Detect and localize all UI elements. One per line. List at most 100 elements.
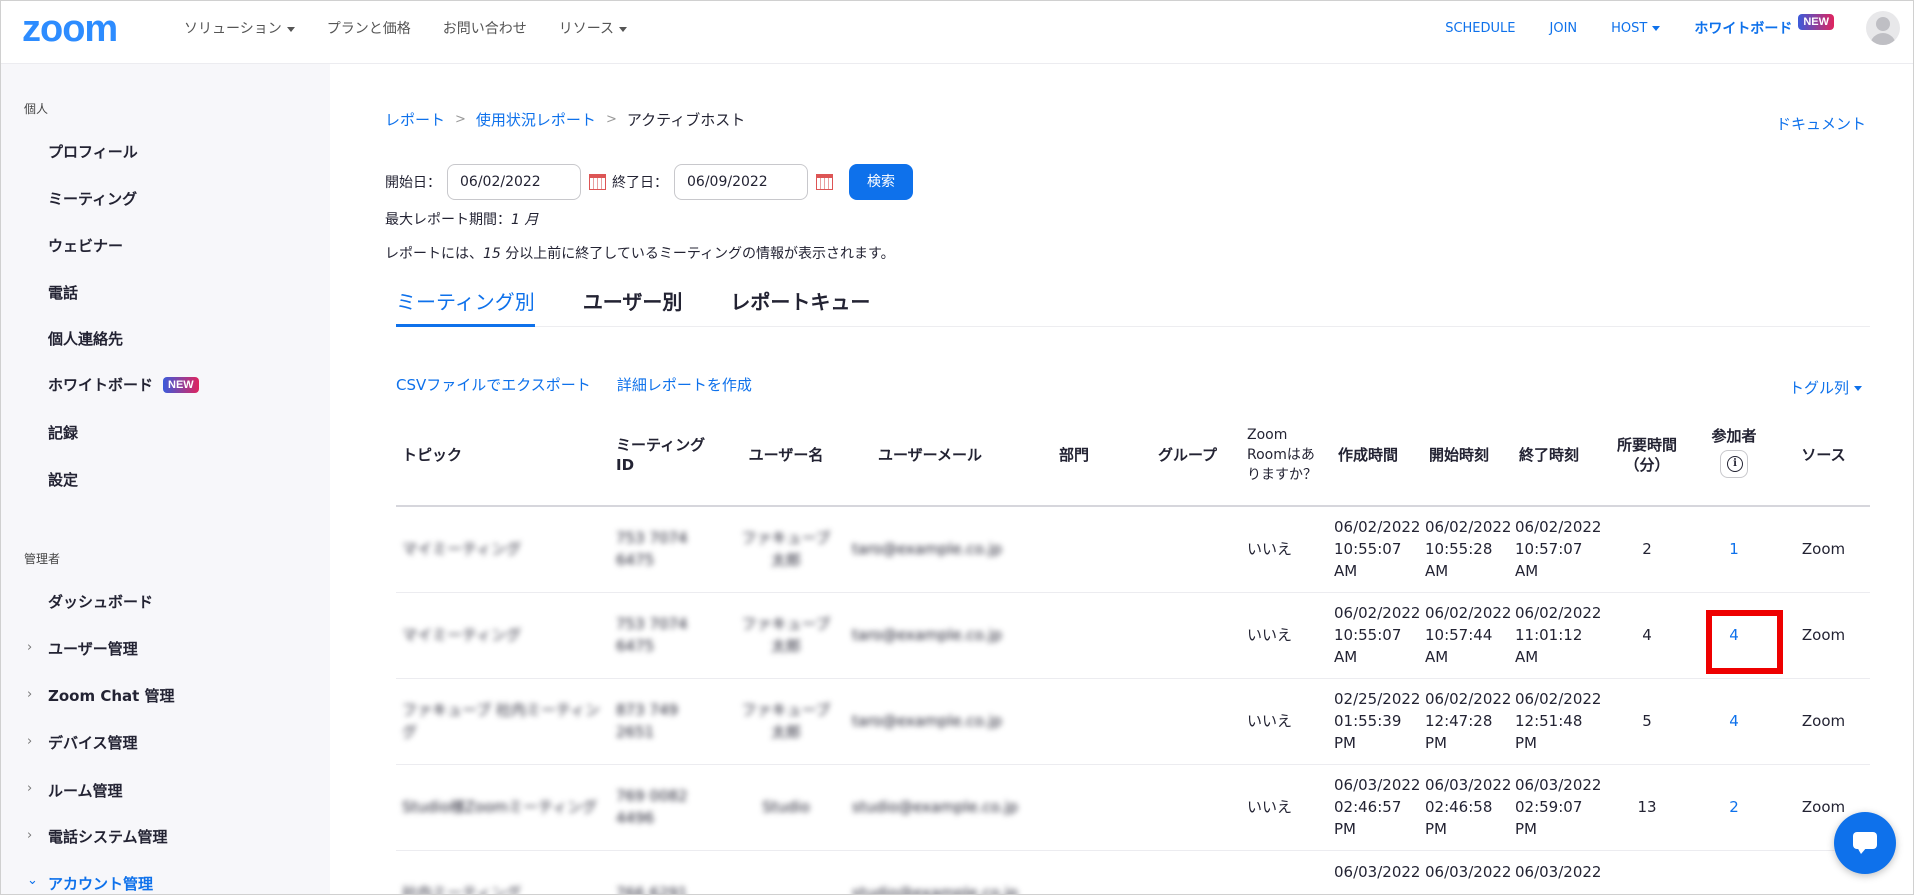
search-button[interactable]: 検索 (849, 164, 913, 200)
cell-participants-link[interactable]: 4 (1691, 678, 1777, 765)
breadcrumb-current: アクティブホスト (626, 111, 746, 129)
chat-support-button[interactable] (1834, 812, 1896, 874)
cell-user-name: ファキューブ 太郎 (726, 506, 846, 593)
column-header-group[interactable]: グループ (1134, 404, 1241, 507)
chevron-right-icon: › (27, 640, 33, 655)
breadcrumb-usage-reports[interactable]: 使用状況レポート (476, 109, 596, 130)
sidebar-item-contacts[interactable]: 個人連絡先 (48, 328, 123, 349)
nav-join[interactable]: JOIN (1550, 21, 1578, 36)
sidebar-item-account-management[interactable]: アカウント管理 (48, 873, 153, 894)
nav-host[interactable]: HOST (1611, 21, 1661, 36)
cell-topic: 社内ミーティング (396, 850, 610, 895)
table-row: ファキューブ 社内ミーティング 873 749 2651 ファキューブ 太郎 t… (396, 678, 1870, 765)
cell-participants-link[interactable] (1691, 850, 1777, 895)
cell-participants-link[interactable]: 4 (1691, 592, 1777, 679)
cell-department (1014, 592, 1134, 679)
column-header-created[interactable]: 作成時間 (1332, 404, 1423, 507)
cell-user-email: taro@example.co.jp (846, 678, 1014, 765)
cell-topic: Studio様Zoomミーティング (396, 764, 610, 851)
info-icon[interactable] (1720, 450, 1748, 478)
column-header-start-time[interactable]: 開始時刻 (1423, 404, 1513, 507)
nav-whiteboard[interactable]: ホワイトボード (1694, 18, 1792, 38)
column-header-participants-label: 参加者 (1711, 427, 1757, 445)
cell-participants-link[interactable]: 1 (1691, 506, 1777, 593)
cell-meeting-id: 766 6291 (610, 850, 726, 895)
end-date-input[interactable]: 06/09/2022 (674, 164, 808, 200)
column-header-user-email[interactable]: ユーザーメール (846, 404, 1014, 507)
chevron-down-icon (286, 26, 295, 32)
column-header-user-name[interactable]: ユーザー名 (726, 404, 846, 507)
avatar[interactable] (1866, 11, 1900, 45)
new-badge: NEW (1798, 14, 1834, 30)
cell-user-name: ファキューブ 太郎 (726, 678, 846, 765)
sidebar-item-room-management[interactable]: ルーム管理 (48, 780, 123, 801)
nav-contact[interactable]: お問い合わせ (443, 18, 527, 38)
sidebar-item-meetings[interactable]: ミーティング (48, 188, 137, 209)
column-header-source[interactable]: ソース (1777, 404, 1870, 507)
cell-meeting-id: 753 7074 6475 (610, 506, 726, 593)
table-row: 社内ミーティング 766 6291 studio@example.co.jp 0… (396, 850, 1870, 895)
column-header-participants[interactable]: 参加者 (1691, 404, 1777, 507)
zoom-logo[interactable]: zoom (22, 8, 118, 51)
main-content: レポート > 使用状況レポート > アクティブホスト ドキュメント 開始日： 0… (330, 64, 1914, 895)
cell-group (1134, 764, 1241, 851)
cell-end-time: 06/03/2022 (1513, 850, 1603, 895)
table-header-row: トピック ミーティングID ユーザー名 ユーザーメール 部門 グループ Zoom… (396, 404, 1870, 507)
column-header-duration[interactable]: 所要時間（分） (1603, 404, 1691, 507)
tab-by-user[interactable]: ユーザー別 (583, 272, 683, 327)
column-header-topic[interactable]: トピック (396, 404, 610, 507)
max-period-value: 1 月 (511, 212, 539, 228)
breadcrumb-separator: > (455, 112, 466, 127)
toggle-columns-label: トグル列 (1788, 379, 1849, 397)
sidebar-item-recordings[interactable]: 記録 (48, 422, 78, 443)
column-header-department[interactable]: 部門 (1014, 404, 1134, 507)
top-navigation: zoom ソリューション プランと価格 お問い合わせ リソース SCHEDULE… (0, 0, 1914, 64)
tab-by-meeting[interactable]: ミーティング別 (396, 272, 535, 327)
column-header-meeting-id[interactable]: ミーティングID (610, 404, 726, 507)
sidebar-item-settings[interactable]: 設定 (48, 469, 78, 490)
start-date-input[interactable]: 06/02/2022 (447, 164, 581, 200)
tab-report-queue[interactable]: レポートキュー (730, 272, 870, 327)
breadcrumb: レポート > 使用状況レポート > アクティブホスト (385, 109, 745, 130)
sidebar-item-user-management[interactable]: ユーザー管理 (48, 638, 138, 659)
create-detail-report-link[interactable]: 詳細レポートを作成 (617, 374, 752, 395)
cell-department (1014, 506, 1134, 593)
sidebar-item-whiteboard[interactable]: ホワイトボード NEW (48, 374, 199, 395)
sidebar-item-dashboard[interactable]: ダッシュボード (48, 591, 153, 612)
cell-user-name (726, 850, 846, 895)
table-row: Studio様Zoomミーティング 769 0082 4496 Studio s… (396, 764, 1870, 851)
cell-duration: 13 (1603, 764, 1691, 851)
breadcrumb-reports[interactable]: レポート (385, 109, 445, 130)
sidebar-item-phone-system[interactable]: 電話システム管理 (48, 826, 168, 847)
start-date-label: 開始日： (385, 175, 441, 191)
nav-schedule[interactable]: SCHEDULE (1445, 21, 1515, 36)
cell-group (1134, 592, 1241, 679)
sidebar-item-device-management[interactable]: デバイス管理 (48, 732, 138, 753)
calendar-icon[interactable] (816, 174, 833, 190)
sidebar-item-zoom-chat[interactable]: Zoom Chat 管理 (48, 685, 175, 706)
sidebar-item-webinars[interactable]: ウェビナー (48, 235, 123, 256)
breadcrumb-separator: > (605, 112, 617, 127)
cell-user-name: ファキューブ 太郎 (726, 592, 846, 679)
nav-resources[interactable]: リソース (559, 18, 628, 38)
toggle-columns-button[interactable]: トグル列 (1789, 377, 1862, 398)
nav-solutions[interactable]: ソリューション (184, 18, 295, 38)
nav-plans-pricing[interactable]: プランと価格 (327, 18, 411, 38)
sidebar-item-profile[interactable]: プロフィール (48, 141, 138, 162)
cell-department (1014, 764, 1134, 851)
calendar-icon[interactable] (589, 174, 606, 190)
column-header-zoom-room[interactable]: Zoom Roomはありますか？ (1241, 404, 1332, 507)
cell-created: 06/02/2022 10:55:07 AM (1332, 506, 1423, 593)
export-csv-link[interactable]: CSVファイルでエクスポート (396, 374, 591, 395)
cell-department (1014, 678, 1134, 765)
sidebar-section-personal: 個人 (24, 102, 49, 116)
sidebar: 個人 プロフィール ミーティング ウェビナー 電話 個人連絡先 ホワイトボード … (0, 64, 330, 895)
sidebar-item-whiteboard-label: ホワイトボード (48, 376, 154, 394)
chevron-right-icon: › (27, 734, 33, 749)
cell-user-name: Studio (726, 764, 846, 851)
cell-participants-link[interactable]: 2 (1691, 764, 1777, 851)
sidebar-item-phone[interactable]: 電話 (48, 282, 78, 303)
documentation-link[interactable]: ドキュメント (1776, 113, 1866, 134)
column-header-end-time[interactable]: 終了時刻 (1513, 404, 1603, 507)
cell-source: Zoom (1777, 678, 1870, 765)
